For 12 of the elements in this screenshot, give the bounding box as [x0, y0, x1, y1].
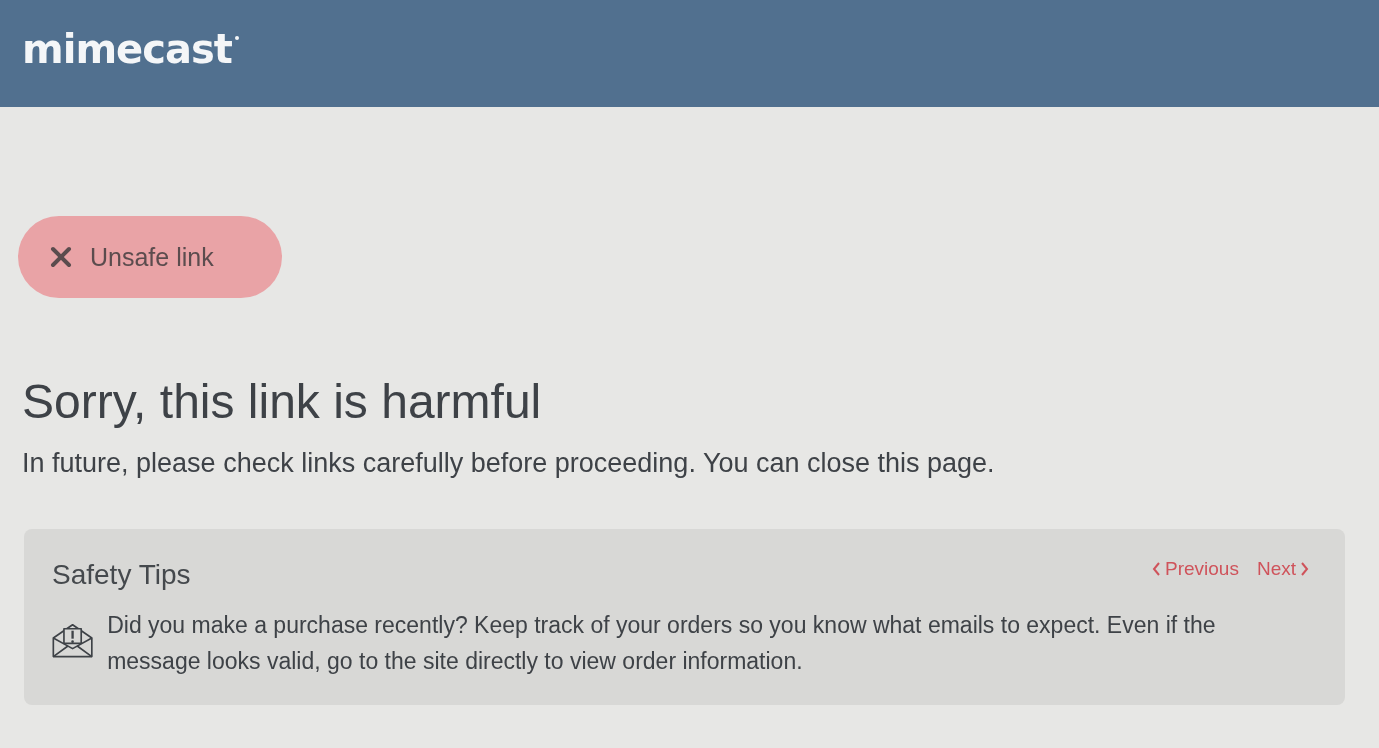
- tip-text: Did you make a purchase recently? Keep track of your orders so you know what emails to expect. Even if the message looks valid, go to the site directly to view order information.: [107, 611, 1217, 676]
- next-link[interactable]: Next: [1256, 558, 1309, 580]
- logo: mimecast: [22, 26, 232, 72]
- previous-link[interactable]: Previous: [1152, 558, 1239, 580]
- chevron-left-icon: [1152, 562, 1161, 576]
- page-heading: Sorry, this link is harmful: [22, 374, 543, 430]
- cross-icon: [50, 246, 72, 268]
- trademark-dot-icon: [234, 36, 239, 40]
- status-label: Unsafe link: [90, 242, 214, 272]
- chevron-right-icon: [1300, 562, 1309, 576]
- message-text: In future, please check links carefully before proceeding. You can close this page.: [22, 448, 996, 479]
- tips-title: Safety Tips: [52, 559, 191, 591]
